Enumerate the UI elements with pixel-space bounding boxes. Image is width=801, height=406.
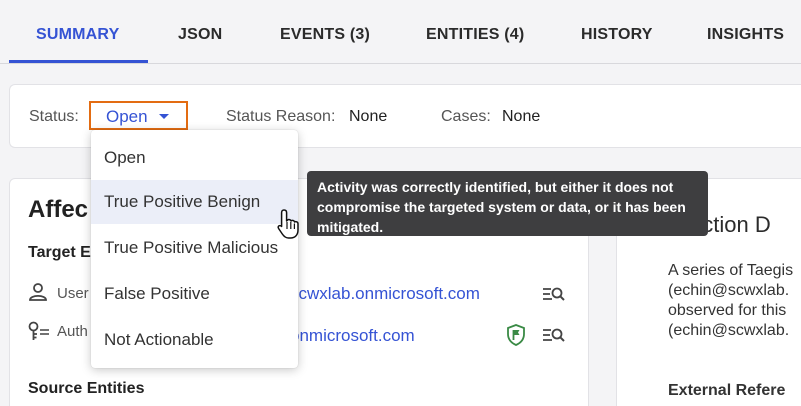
active-tab-indicator (9, 60, 148, 63)
tab-events[interactable]: EVENTS (3) (280, 26, 370, 44)
tab-bar: SUMMARY JSON EVENTS (3) ENTITIES (4) HIS… (0, 0, 801, 64)
status-reason-value: None (349, 108, 388, 125)
tab-json[interactable]: JSON (178, 26, 222, 44)
search-entity-icon[interactable] (542, 285, 566, 305)
detection-description-line: (echin@scwxlab. (668, 322, 790, 339)
user-entity-link[interactable]: scwxlab.onmicrosoft.com (290, 284, 480, 304)
tooltip-line: mitigated. (317, 219, 384, 235)
status-menu: Open True Positive Benign True Positive … (91, 130, 298, 368)
tab-history[interactable]: HISTORY (581, 26, 653, 44)
status-option-true-positive-malicious[interactable]: True Positive Malicious (91, 226, 298, 270)
shield-flag-icon (507, 324, 525, 346)
source-entities-heading: Source Entities (28, 380, 145, 397)
affected-heading: Affec (28, 196, 89, 223)
detection-description-line: (echin@scwxlab. (668, 282, 790, 299)
tab-insights[interactable]: INSIGHTS (707, 26, 784, 44)
status-option-false-positive[interactable]: False Positive (91, 272, 298, 316)
detection-description-line: A series of Taegis (668, 262, 794, 279)
user-icon (29, 283, 47, 301)
tooltip-line: Activity was correctly identified, but e… (317, 179, 674, 195)
status-option-open[interactable]: Open (91, 136, 298, 180)
target-entities-heading: Target E (28, 244, 91, 261)
cases-value: None (502, 108, 541, 125)
status-option-tooltip: Activity was correctly identified, but e… (307, 171, 708, 236)
tab-summary[interactable]: SUMMARY (36, 26, 119, 44)
external-references-heading: External Refere (668, 382, 786, 399)
user-row-label: User (57, 285, 89, 302)
status-dropdown[interactable]: Open (89, 101, 188, 130)
status-reason-label: Status Reason: (226, 108, 336, 125)
status-value: Open (106, 107, 148, 126)
tooltip-line: compromise the targeted system or data, … (317, 199, 686, 215)
detection-description-line: observed for this (668, 302, 787, 319)
search-entity-icon[interactable] (542, 326, 566, 346)
hand-cursor-icon (277, 209, 299, 239)
tab-entities[interactable]: ENTITIES (4) (426, 26, 524, 44)
key-icon (28, 321, 49, 340)
auth-entity-link[interactable]: onmicrosoft.com (290, 326, 415, 346)
cases-label: Cases: (441, 108, 491, 125)
status-label: Status: (29, 108, 79, 125)
status-option-not-actionable[interactable]: Not Actionable (91, 318, 298, 362)
auth-row-label: Auth (57, 323, 88, 340)
caret-down-icon (159, 114, 169, 119)
status-option-true-positive-benign[interactable]: True Positive Benign (91, 180, 298, 224)
